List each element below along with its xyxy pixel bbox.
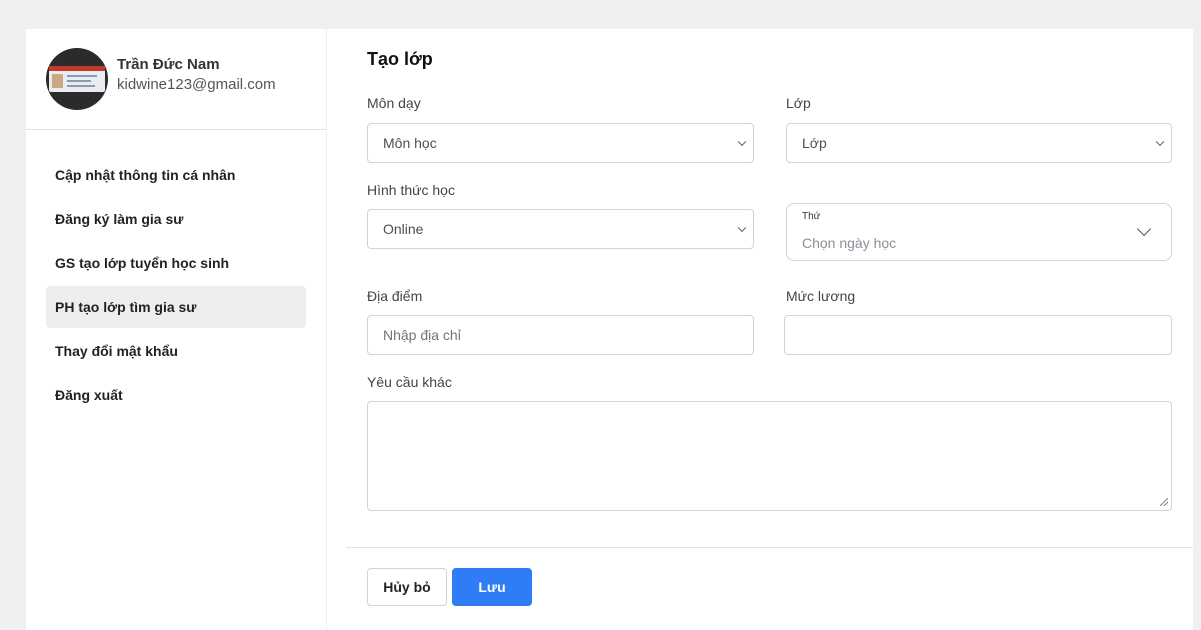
chevron-down-icon — [737, 223, 747, 233]
chevron-down-icon — [1155, 137, 1165, 147]
sidebar: Trần Đức Nam kidwine123@gmail.com Cập nh… — [26, 29, 326, 630]
page-title: Tạo lớp — [367, 49, 433, 69]
sidebar-menu: Cập nhật thông tin cá nhân Đăng ký làm g… — [26, 130, 326, 416]
divider — [346, 547, 1193, 548]
mode-select-value: Online — [383, 221, 424, 237]
sidebar-item-parent-create-class[interactable]: PH tạo lớp tìm gia sư — [46, 286, 306, 328]
profile-email: kidwine123@gmail.com — [117, 76, 276, 93]
sidebar-item-change-password[interactable]: Thay đổi mật khẩu — [46, 330, 306, 372]
sidebar-item-tutor-create-class[interactable]: GS tạo lớp tuyển học sinh — [46, 242, 306, 284]
days-multiselect[interactable]: Thứ Chọn ngày học — [786, 203, 1172, 261]
resize-handle-icon[interactable] — [1160, 498, 1168, 506]
sidebar-item-register-tutor[interactable]: Đăng ký làm gia sư — [46, 198, 306, 240]
chevron-down-icon — [1136, 221, 1152, 237]
grade-select[interactable]: Lớp — [786, 123, 1172, 163]
cancel-button[interactable]: Hủy bỏ — [367, 568, 447, 606]
salary-input[interactable] — [784, 315, 1172, 355]
subject-label: Môn dạy — [367, 95, 421, 111]
mode-label: Hình thức học — [367, 182, 455, 198]
create-class-form: Tạo lớp Môn dạy Môn học Lớp Lớp Hình thứ… — [327, 29, 1193, 630]
profile-header: Trần Đức Nam kidwine123@gmail.com — [26, 29, 326, 130]
days-placeholder: Chọn ngày học — [802, 235, 897, 251]
subject-select[interactable]: Môn học — [367, 123, 754, 163]
other-requirements-textarea[interactable] — [367, 401, 1172, 511]
subject-select-value: Môn học — [383, 135, 437, 151]
days-label: Thứ — [802, 211, 821, 222]
save-button[interactable]: Lưu — [452, 568, 532, 606]
location-input[interactable]: Nhập địa chỉ — [367, 315, 754, 355]
grade-select-value: Lớp — [802, 135, 827, 151]
location-placeholder: Nhập địa chỉ — [383, 327, 461, 343]
other-requirements-label: Yêu cầu khác — [367, 374, 452, 390]
grade-label: Lớp — [786, 95, 811, 111]
salary-label: Mức lương — [786, 288, 856, 304]
location-label: Địa điểm — [367, 288, 423, 304]
sidebar-item-update-profile[interactable]: Cập nhật thông tin cá nhân — [46, 154, 306, 196]
id-card-image — [49, 66, 105, 92]
profile-info: Trần Đức Nam kidwine123@gmail.com — [117, 55, 276, 95]
sidebar-item-logout[interactable]: Đăng xuất — [46, 374, 306, 416]
profile-name: Trần Đức Nam — [117, 56, 220, 73]
mode-select[interactable]: Online — [367, 209, 754, 249]
avatar[interactable] — [46, 48, 108, 110]
chevron-down-icon — [737, 137, 747, 147]
